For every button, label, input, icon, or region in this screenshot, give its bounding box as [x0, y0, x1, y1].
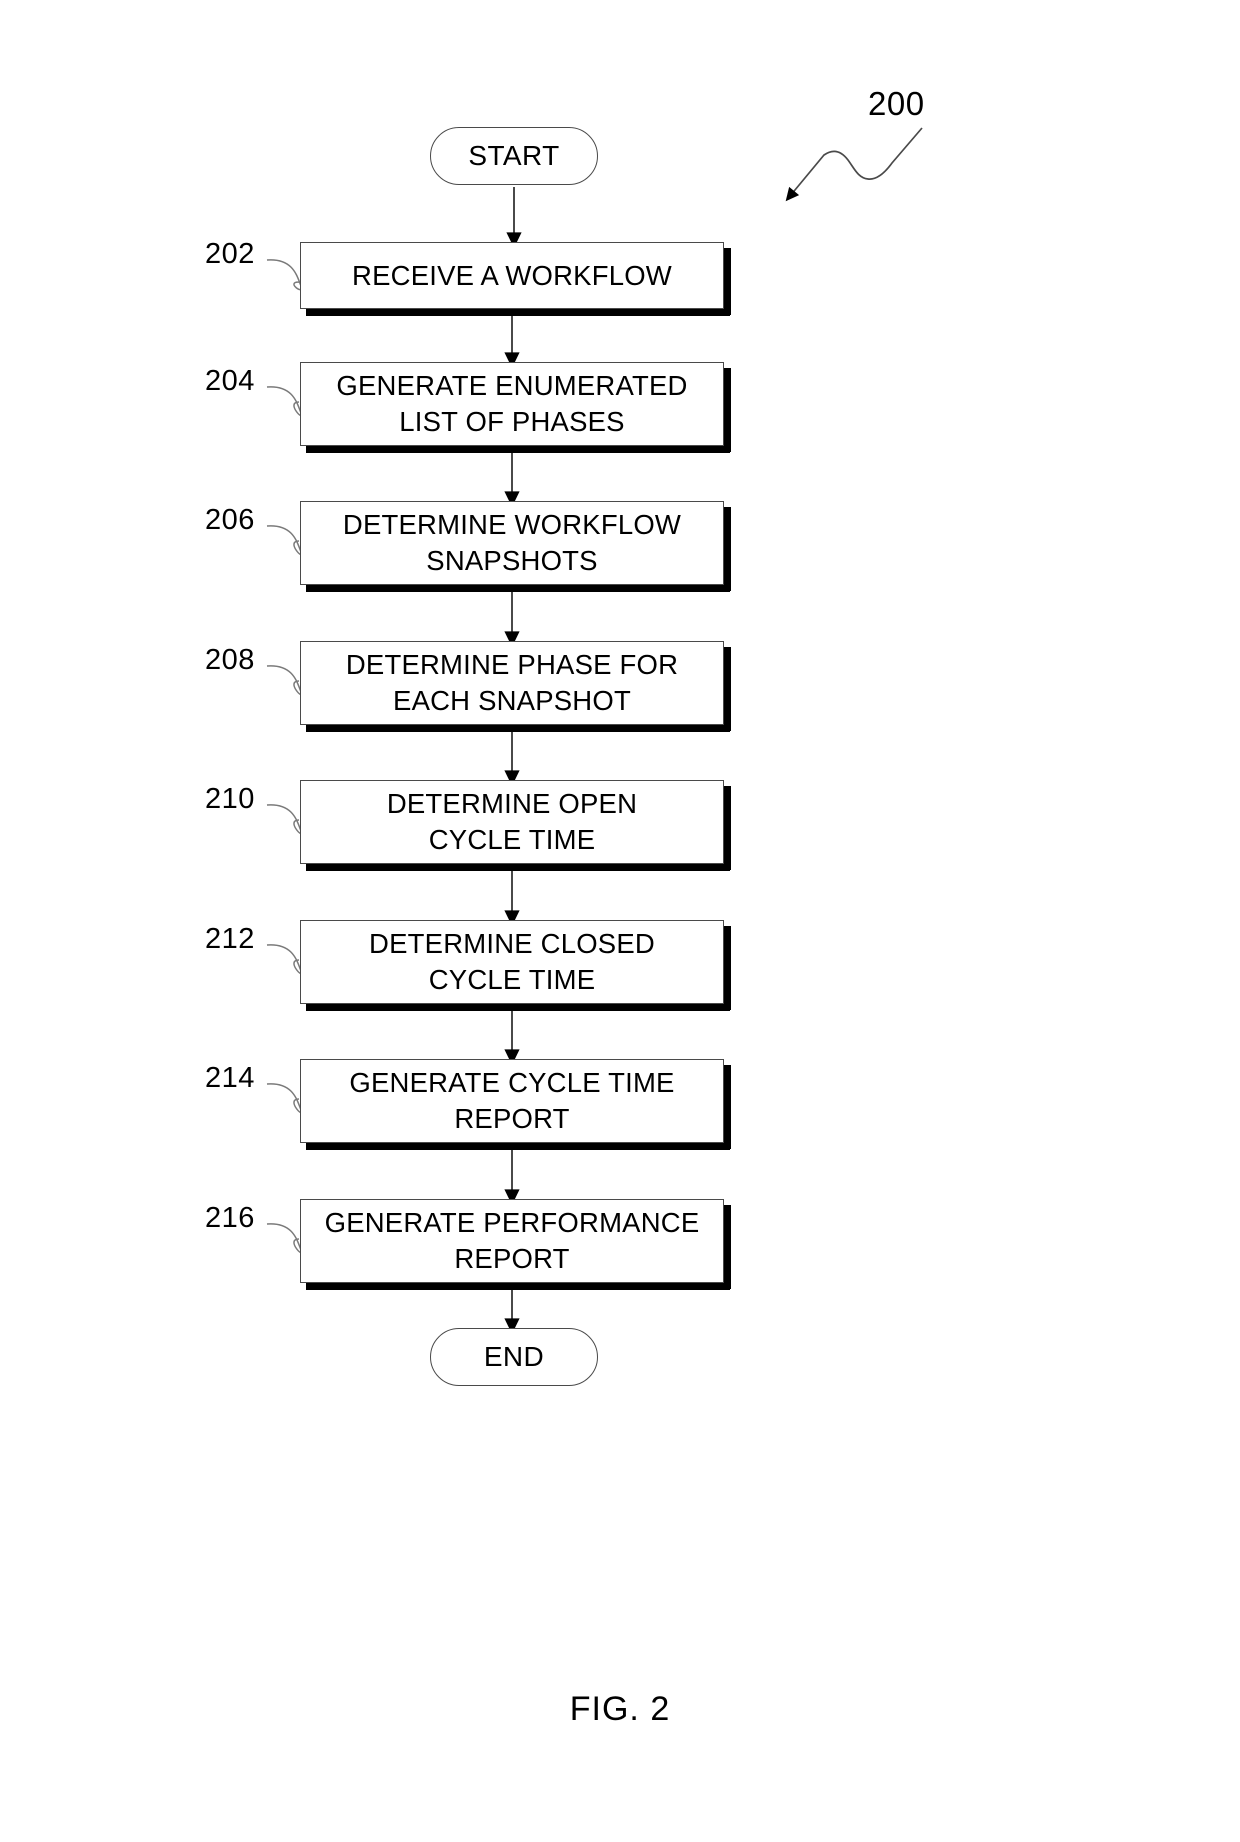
process-box-label: DETERMINE PHASE FOR EACH SNAPSHOT: [345, 649, 679, 716]
reference-numeral-214: 214: [205, 1062, 255, 1094]
terminator-label: END: [483, 1341, 545, 1372]
leader-line-208: [266, 665, 303, 696]
reference-numeral-202: 202: [205, 238, 255, 270]
process-box-label: DETERMINE CLOSED CYCLE TIME: [369, 928, 655, 995]
box-shadow-right: [724, 248, 731, 315]
box-shadow-right: [724, 1065, 731, 1149]
terminator-end[interactable]: END: [430, 1328, 598, 1386]
leader-line-216: [266, 1223, 303, 1254]
box-shadow-right: [724, 507, 731, 591]
reference-leader-lines: [266, 259, 303, 1254]
reference-numeral-204: 204: [205, 365, 255, 397]
box-shadow-bottom: [306, 864, 730, 871]
box-shadow-right: [724, 926, 731, 1010]
figure-numeral-200: 200: [868, 85, 925, 122]
figure-numeral-leader-line: [785, 127, 923, 202]
process-box-label: DETERMINE WORKFLOW SNAPSHOTS: [342, 509, 682, 576]
terminator-start[interactable]: START: [430, 127, 598, 185]
process-box-216[interactable]: GENERATE PERFORMANCE REPORT: [300, 1199, 724, 1283]
leader-line-202: [266, 259, 303, 291]
box-shadow-right: [724, 647, 731, 731]
process-box-label: GENERATE PERFORMANCE REPORT: [324, 1207, 700, 1274]
flow-arrows: [504, 187, 522, 1335]
box-shadow-bottom: [306, 309, 730, 316]
reference-numeral-206: 206: [205, 504, 255, 536]
box-shadow-bottom: [306, 1143, 730, 1150]
figure-caption: FIG. 2: [569, 1690, 671, 1728]
reference-numeral-212: 212: [205, 923, 255, 955]
box-shadow-right: [724, 1205, 731, 1289]
process-box-202[interactable]: RECEIVE A WORKFLOW: [300, 242, 724, 309]
leader-line-210: [266, 804, 303, 835]
leader-line-206: [266, 525, 303, 556]
leader-line-204: [266, 386, 303, 417]
process-box-214[interactable]: GENERATE CYCLE TIME REPORT: [300, 1059, 724, 1143]
box-shadow-right: [724, 368, 731, 452]
patent-figure-canvas: START RECEIVE A WORKFLOW GENERATE ENUMERAT…: [0, 0, 1240, 1842]
box-shadow-bottom: [306, 446, 730, 453]
box-shadow-bottom: [306, 1004, 730, 1011]
process-box-label: GENERATE CYCLE TIME REPORT: [349, 1067, 675, 1134]
terminator-label: START: [468, 140, 560, 171]
reference-numeral-208: 208: [205, 644, 255, 676]
reference-numeral-216: 216: [205, 1202, 255, 1234]
process-box-206[interactable]: DETERMINE WORKFLOW SNAPSHOTS: [300, 501, 724, 585]
process-box-label: RECEIVE A WORKFLOW: [352, 259, 672, 291]
process-box-label: GENERATE ENUMERATED LIST OF PHASES: [336, 370, 688, 437]
leader-line-214: [266, 1083, 303, 1114]
leader-line-212: [266, 944, 303, 975]
box-shadow-bottom: [306, 1283, 730, 1290]
box-shadow-right: [724, 786, 731, 870]
process-box-208[interactable]: DETERMINE PHASE FOR EACH SNAPSHOT: [300, 641, 724, 725]
reference-numeral-210: 210: [205, 783, 255, 815]
process-box-212[interactable]: DETERMINE CLOSED CYCLE TIME: [300, 920, 724, 1004]
box-shadow-bottom: [306, 725, 730, 732]
process-box-210[interactable]: DETERMINE OPEN CYCLE TIME: [300, 780, 724, 864]
box-shadow-bottom: [306, 585, 730, 592]
process-box-204[interactable]: GENERATE ENUMERATED LIST OF PHASES: [300, 362, 724, 446]
process-box-label: DETERMINE OPEN CYCLE TIME: [386, 788, 638, 855]
